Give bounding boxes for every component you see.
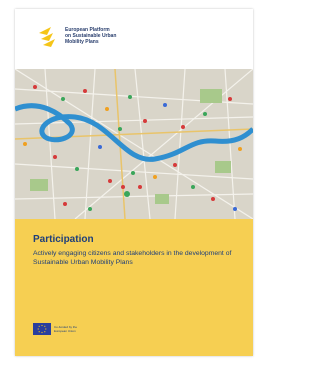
cover-header: European Platform on Sustainable Urban M… (15, 9, 253, 69)
platform-logo-icon (39, 27, 55, 47)
document-cover: European Platform on Sustainable Urban M… (15, 9, 253, 356)
document-subtitle: Actively engaging citizens and stakehold… (33, 250, 232, 266)
platform-logo-text: European Platform on Sustainable Urban M… (65, 27, 155, 45)
funding-line-2: European Union (54, 329, 76, 333)
logo-line-3: Mobility Plans (65, 39, 99, 45)
map-illustration (15, 69, 253, 219)
eu-funding-text: Co-funded by the European Union (54, 325, 94, 333)
city-map-image (15, 69, 253, 219)
eu-funding-block: Co-funded by the European Union (33, 323, 93, 337)
title-panel: Participation Actively engaging citizens… (15, 219, 253, 356)
document-title: Participation (33, 234, 94, 245)
eu-flag-icon (33, 323, 51, 335)
